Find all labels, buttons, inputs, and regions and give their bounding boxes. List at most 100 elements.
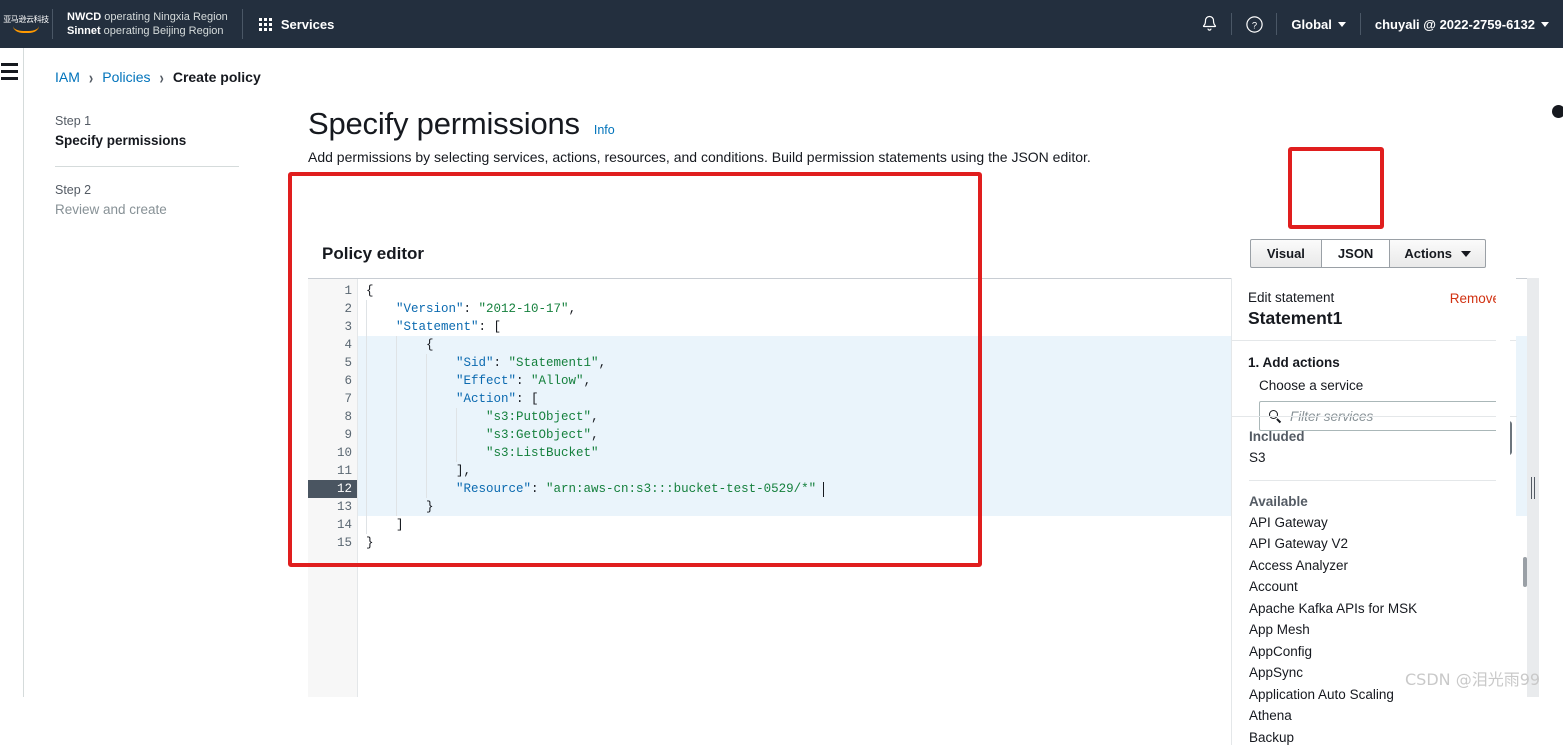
remove-statement-button[interactable]: Remove [1450, 291, 1500, 306]
logo-smile-icon [13, 26, 39, 33]
browser-scrollbar-track[interactable] [1496, 96, 1510, 745]
line-number-10: 10 [336, 446, 352, 460]
splitter-grip-line [1531, 476, 1532, 499]
indent-guide [396, 498, 398, 516]
service-item-appconfig[interactable]: AppConfig [1232, 641, 1517, 663]
code-token-key: "Version" [396, 302, 464, 316]
code-token-str: "Statement1" [508, 356, 599, 370]
wizard-step-1[interactable]: Step 1 Specify permissions [55, 112, 239, 151]
indent-guide [366, 336, 367, 354]
help-button[interactable]: ? [1232, 0, 1276, 48]
line-number-6: 6 [344, 374, 352, 388]
indent-guide [366, 300, 367, 318]
add-actions-section-title: 1. Add actions [1248, 355, 1340, 370]
service-item-access-analyzer[interactable]: Access Analyzer [1232, 555, 1517, 577]
editor-json-button[interactable]: JSON [1321, 239, 1391, 268]
editor-actions-label: Actions [1404, 246, 1452, 261]
page-edge-glyph [1552, 105, 1563, 119]
indent-guide [426, 426, 428, 444]
indent-guide [426, 390, 428, 408]
code-token-pun: , [598, 356, 607, 370]
service-item-apache-kafka-apis-for-msk[interactable]: Apache Kafka APIs for MSK [1232, 598, 1517, 620]
breadcrumb-item-iam[interactable]: IAM [55, 69, 80, 85]
indent-guide [396, 462, 398, 480]
indent-guide [396, 336, 398, 354]
code-token-pun: ] [396, 518, 404, 532]
indent-guide [396, 354, 398, 372]
sidebar-toggle-button[interactable] [0, 58, 24, 84]
indent-guide [366, 444, 367, 462]
services-menu-button[interactable]: Services [243, 0, 351, 48]
service-list[interactable]: Included S3 Available API Gateway API Gatewa… [1232, 416, 1517, 745]
code-token-pun: ], [456, 464, 472, 478]
left-rail-divider [23, 48, 24, 697]
region-selector-button[interactable]: Global [1277, 0, 1359, 48]
policy-editor-heading: Policy editor [322, 244, 425, 263]
included-services-label: Included [1249, 429, 1305, 444]
indent-guide [426, 354, 428, 372]
breadcrumb-item-create-policy: Create policy [172, 69, 261, 85]
wizard-step-2[interactable]: Step 2 Review and create [55, 181, 239, 220]
line-number-7: 7 [308, 390, 367, 408]
wizard-step-number: Step 1 [55, 114, 92, 128]
editor-line-number-gutter: 1 2 3 4 5 6 7 8 9 10 11 12 13 14 15 [308, 279, 367, 697]
code-token-key: "Effect" [456, 374, 517, 388]
service-item-s3[interactable]: S3 [1232, 447, 1517, 469]
service-item-api-gateway-v2[interactable]: API Gateway V2 [1232, 533, 1517, 555]
chevron-down-icon [1461, 250, 1471, 257]
account-label: chuyali @ 2022-2759-6132 [1374, 16, 1535, 32]
editor-actions-button[interactable]: Actions [1390, 239, 1486, 268]
code-token-pun: : [516, 374, 532, 388]
editor-panel-splitter[interactable] [1527, 278, 1539, 697]
indent-guide [426, 480, 428, 498]
service-item-account[interactable]: Account [1232, 576, 1517, 598]
editor-visual-label: Visual [1266, 246, 1305, 261]
line-number-14: 14 [336, 518, 352, 532]
statement-header: Edit statement Statement1 Remove [1232, 278, 1516, 341]
indent-guide [426, 408, 428, 426]
breadcrumb: IAM › Policies › Create policy [55, 67, 261, 87]
account-menu-button[interactable]: chuyali @ 2022-2759-6132 [1361, 0, 1563, 48]
page-info-link[interactable]: Info [594, 123, 615, 137]
indent-guide [366, 372, 367, 390]
wizard-step-number: Step 2 [55, 183, 92, 197]
service-item-athena[interactable]: Athena [1232, 705, 1517, 727]
wizard-step-label: Specify permissions [55, 133, 187, 148]
svg-text:?: ? [1252, 20, 1257, 31]
indent-guide [366, 408, 367, 426]
code-token-str: "arn:aws-cn:s3:::bucket-test-0529/*" [546, 482, 817, 496]
code-token-pun: : [ [478, 320, 502, 334]
indent-guide [396, 426, 398, 444]
line-number-13: 13 [336, 500, 352, 514]
chevron-down-icon [1337, 21, 1346, 27]
line-number-5: 5 [344, 356, 352, 370]
indent-guide [366, 426, 367, 444]
code-token-str: "2012-10-17" [478, 302, 569, 316]
notifications-button[interactable] [1187, 0, 1231, 48]
line-number-2: 2 [344, 302, 352, 316]
indent-guide [426, 444, 428, 462]
editor-visual-button[interactable]: Visual [1249, 239, 1322, 268]
service-item-api-gateway[interactable]: API Gateway [1232, 512, 1517, 534]
indent-guide [366, 480, 367, 498]
service-item-backup[interactable]: Backup [1232, 727, 1517, 746]
code-token-pun: , [591, 410, 599, 424]
region-line-2-strong: Sinnet [67, 25, 101, 37]
region-operator-info: NWCD operating Ningxia Region Sinnet ope… [53, 10, 242, 38]
aws-china-logo[interactable]: 亚马逊云科技 [0, 0, 52, 48]
available-services-label: Available [1249, 493, 1308, 509]
code-token-key: "Statement" [396, 320, 479, 334]
indent-guide [396, 480, 398, 498]
indent-guide [396, 390, 398, 408]
service-item-app-mesh[interactable]: App Mesh [1232, 619, 1517, 641]
breadcrumb-item-policies[interactable]: Policies [102, 69, 150, 85]
code-token-str: "Allow" [531, 374, 584, 388]
code-token-pun: : [463, 302, 479, 316]
hamburger-icon-bar [1, 69, 18, 73]
region-line-2: Sinnet operating Beijing Region [67, 24, 228, 38]
line-number-9: 9 [344, 428, 352, 442]
